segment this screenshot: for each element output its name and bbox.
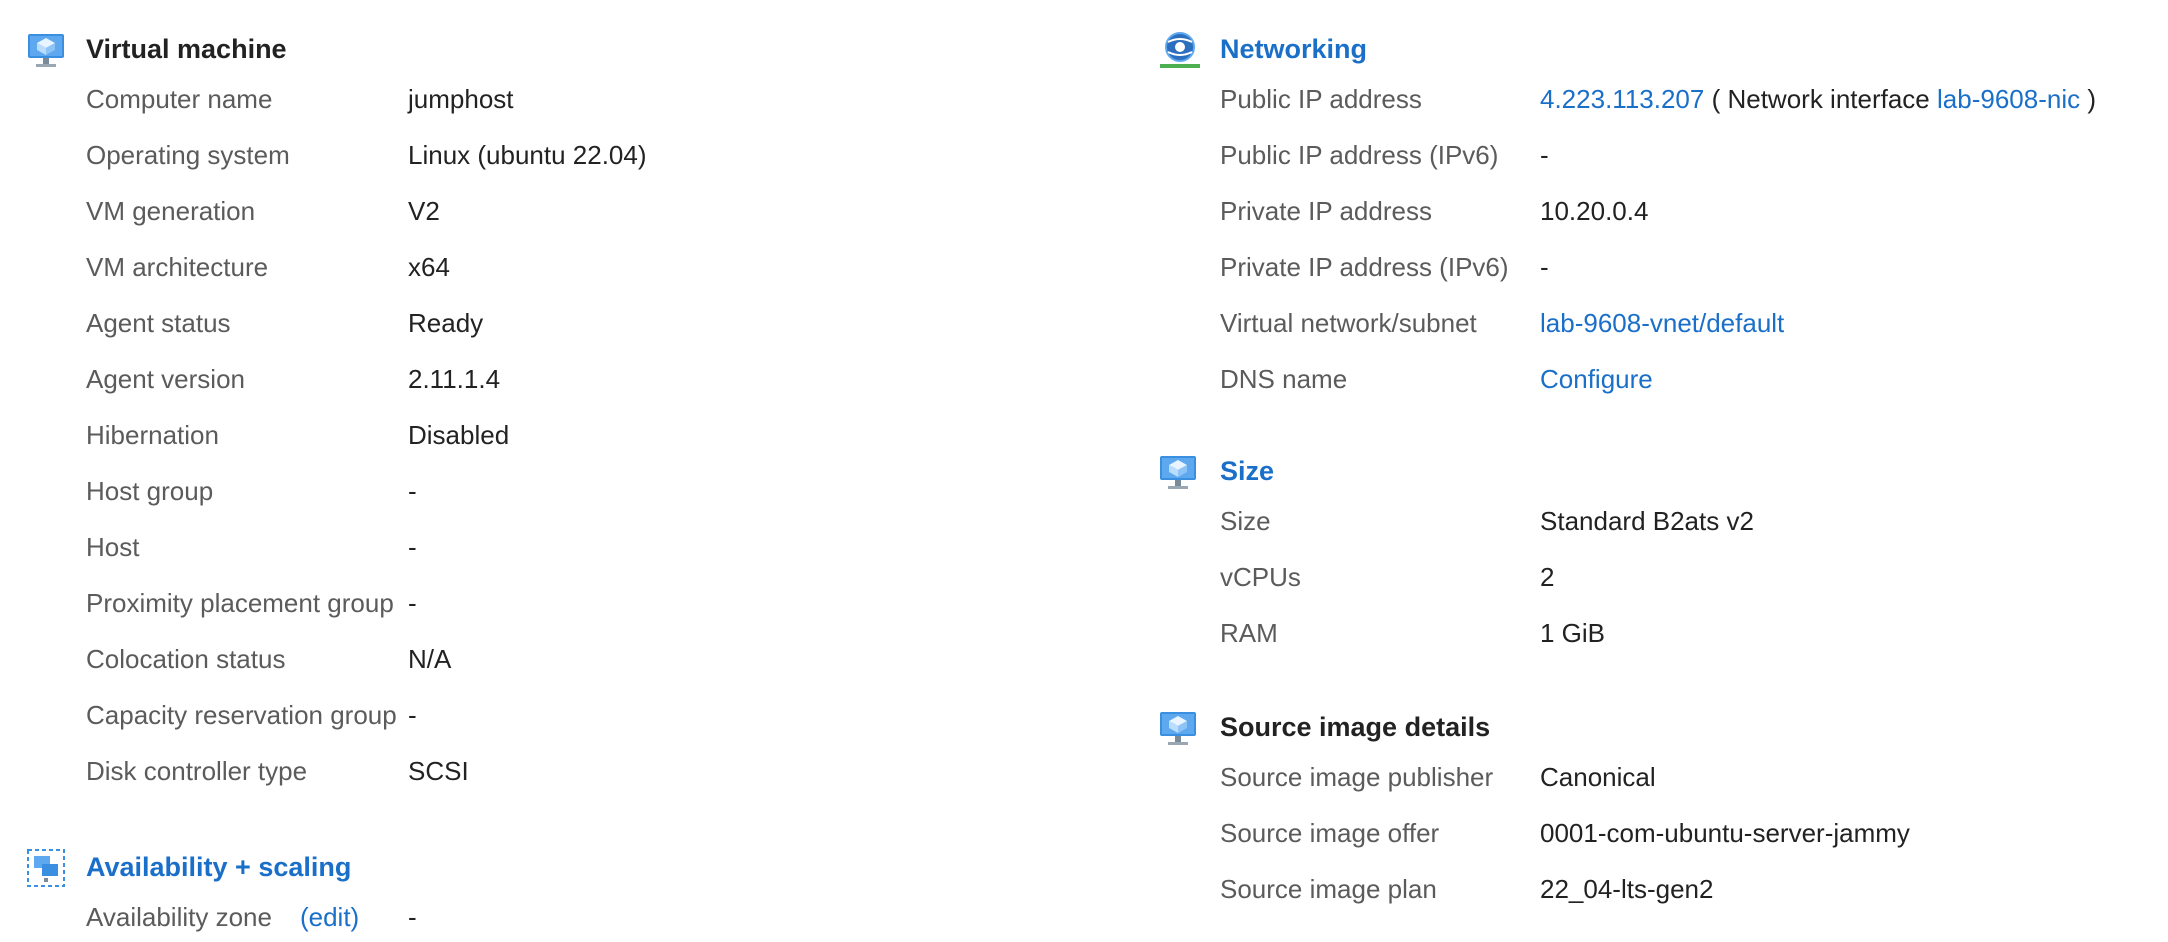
section-title-size[interactable]: Size (1220, 456, 1274, 487)
row-label: Source image plan (1220, 874, 1437, 904)
network-interface-link[interactable]: lab-9608-nic (1937, 84, 2080, 114)
row-label: Public IP address (1220, 84, 1422, 114)
row-value: 10.20.0.4 (1540, 196, 1649, 226)
section-source-image-header: Source image details (0, 708, 2168, 756)
row-value: Disabled (408, 420, 510, 450)
row-label: vCPUs (1220, 562, 1301, 592)
row-label: Source image publisher (1220, 762, 1494, 792)
net-row-private-ip: Private IP address 10.20.0.4 (0, 196, 2168, 236)
row-value: 1 GiB (1540, 618, 1606, 648)
row-label: RAM (1220, 618, 1278, 648)
row-value: Canonical (1540, 762, 1656, 792)
vnet-subnet-link[interactable]: lab-9608-vnet/default (1540, 308, 1784, 339)
nic-prefix: ( Network interface (1711, 84, 1930, 114)
row-value: Standard B2ats v2 (1540, 506, 1754, 536)
size-row-vcpus: vCPUs 2 (0, 562, 2168, 602)
row-value: - (1540, 140, 1549, 170)
net-row-vnet-subnet: Virtual network/subnet lab-9608-vnet/def… (0, 308, 2168, 348)
row-label: Source image offer (1220, 818, 1440, 848)
vm-size-icon (1158, 452, 1198, 492)
source-row-offer: Source image offer 0001-com-ubuntu-serve… (0, 818, 2168, 858)
row-value: 4.223.113.207 ( Network interface lab-96… (1540, 84, 2096, 115)
section-title-source-image: Source image details (1220, 712, 1491, 742)
section-size-header[interactable]: Size (0, 452, 2168, 500)
net-row-dns-name: DNS name Configure (0, 364, 2168, 404)
net-row-private-ipv6: Private IP address (IPv6) - (0, 252, 2168, 292)
row-value: 0001-com-ubuntu-server-jammy (1540, 818, 1910, 848)
row-value: - (1540, 252, 1549, 282)
row-label: DNS name (1220, 364, 1348, 394)
row-label: Size (1220, 506, 1271, 536)
section-networking-header[interactable]: Networking (0, 30, 2168, 78)
source-row-plan: Source image plan 22_04-lts-gen2 (0, 874, 2168, 914)
row-label: Private IP address (IPv6) (1220, 252, 1509, 282)
row-value: 22_04-lts-gen2 (1540, 874, 1714, 904)
row-label: Virtual network/subnet (1220, 308, 1477, 338)
size-row-size: Size Standard B2ats v2 (0, 506, 2168, 546)
public-ip-link[interactable]: 4.223.113.207 (1540, 84, 1704, 114)
net-row-public-ipv6: Public IP address (IPv6) - (0, 140, 2168, 180)
source-row-publisher: Source image publisher Canonical (0, 762, 2168, 802)
dns-configure-link[interactable]: Configure (1540, 364, 1653, 395)
row-value: 2 (1540, 562, 1555, 592)
row-label: Private IP address (1220, 196, 1432, 226)
row-label: Hibernation (86, 420, 219, 450)
net-row-public-ip: Public IP address 4.223.113.207 ( Networ… (0, 84, 2168, 124)
networking-icon (1158, 30, 1200, 70)
section-title-networking[interactable]: Networking (1220, 34, 1367, 65)
size-row-ram: RAM 1 GiB (0, 618, 2168, 658)
row-label: Public IP address (IPv6) (1220, 140, 1499, 170)
source-image-icon (1158, 708, 1198, 748)
nic-suffix: ) (2087, 84, 2096, 114)
